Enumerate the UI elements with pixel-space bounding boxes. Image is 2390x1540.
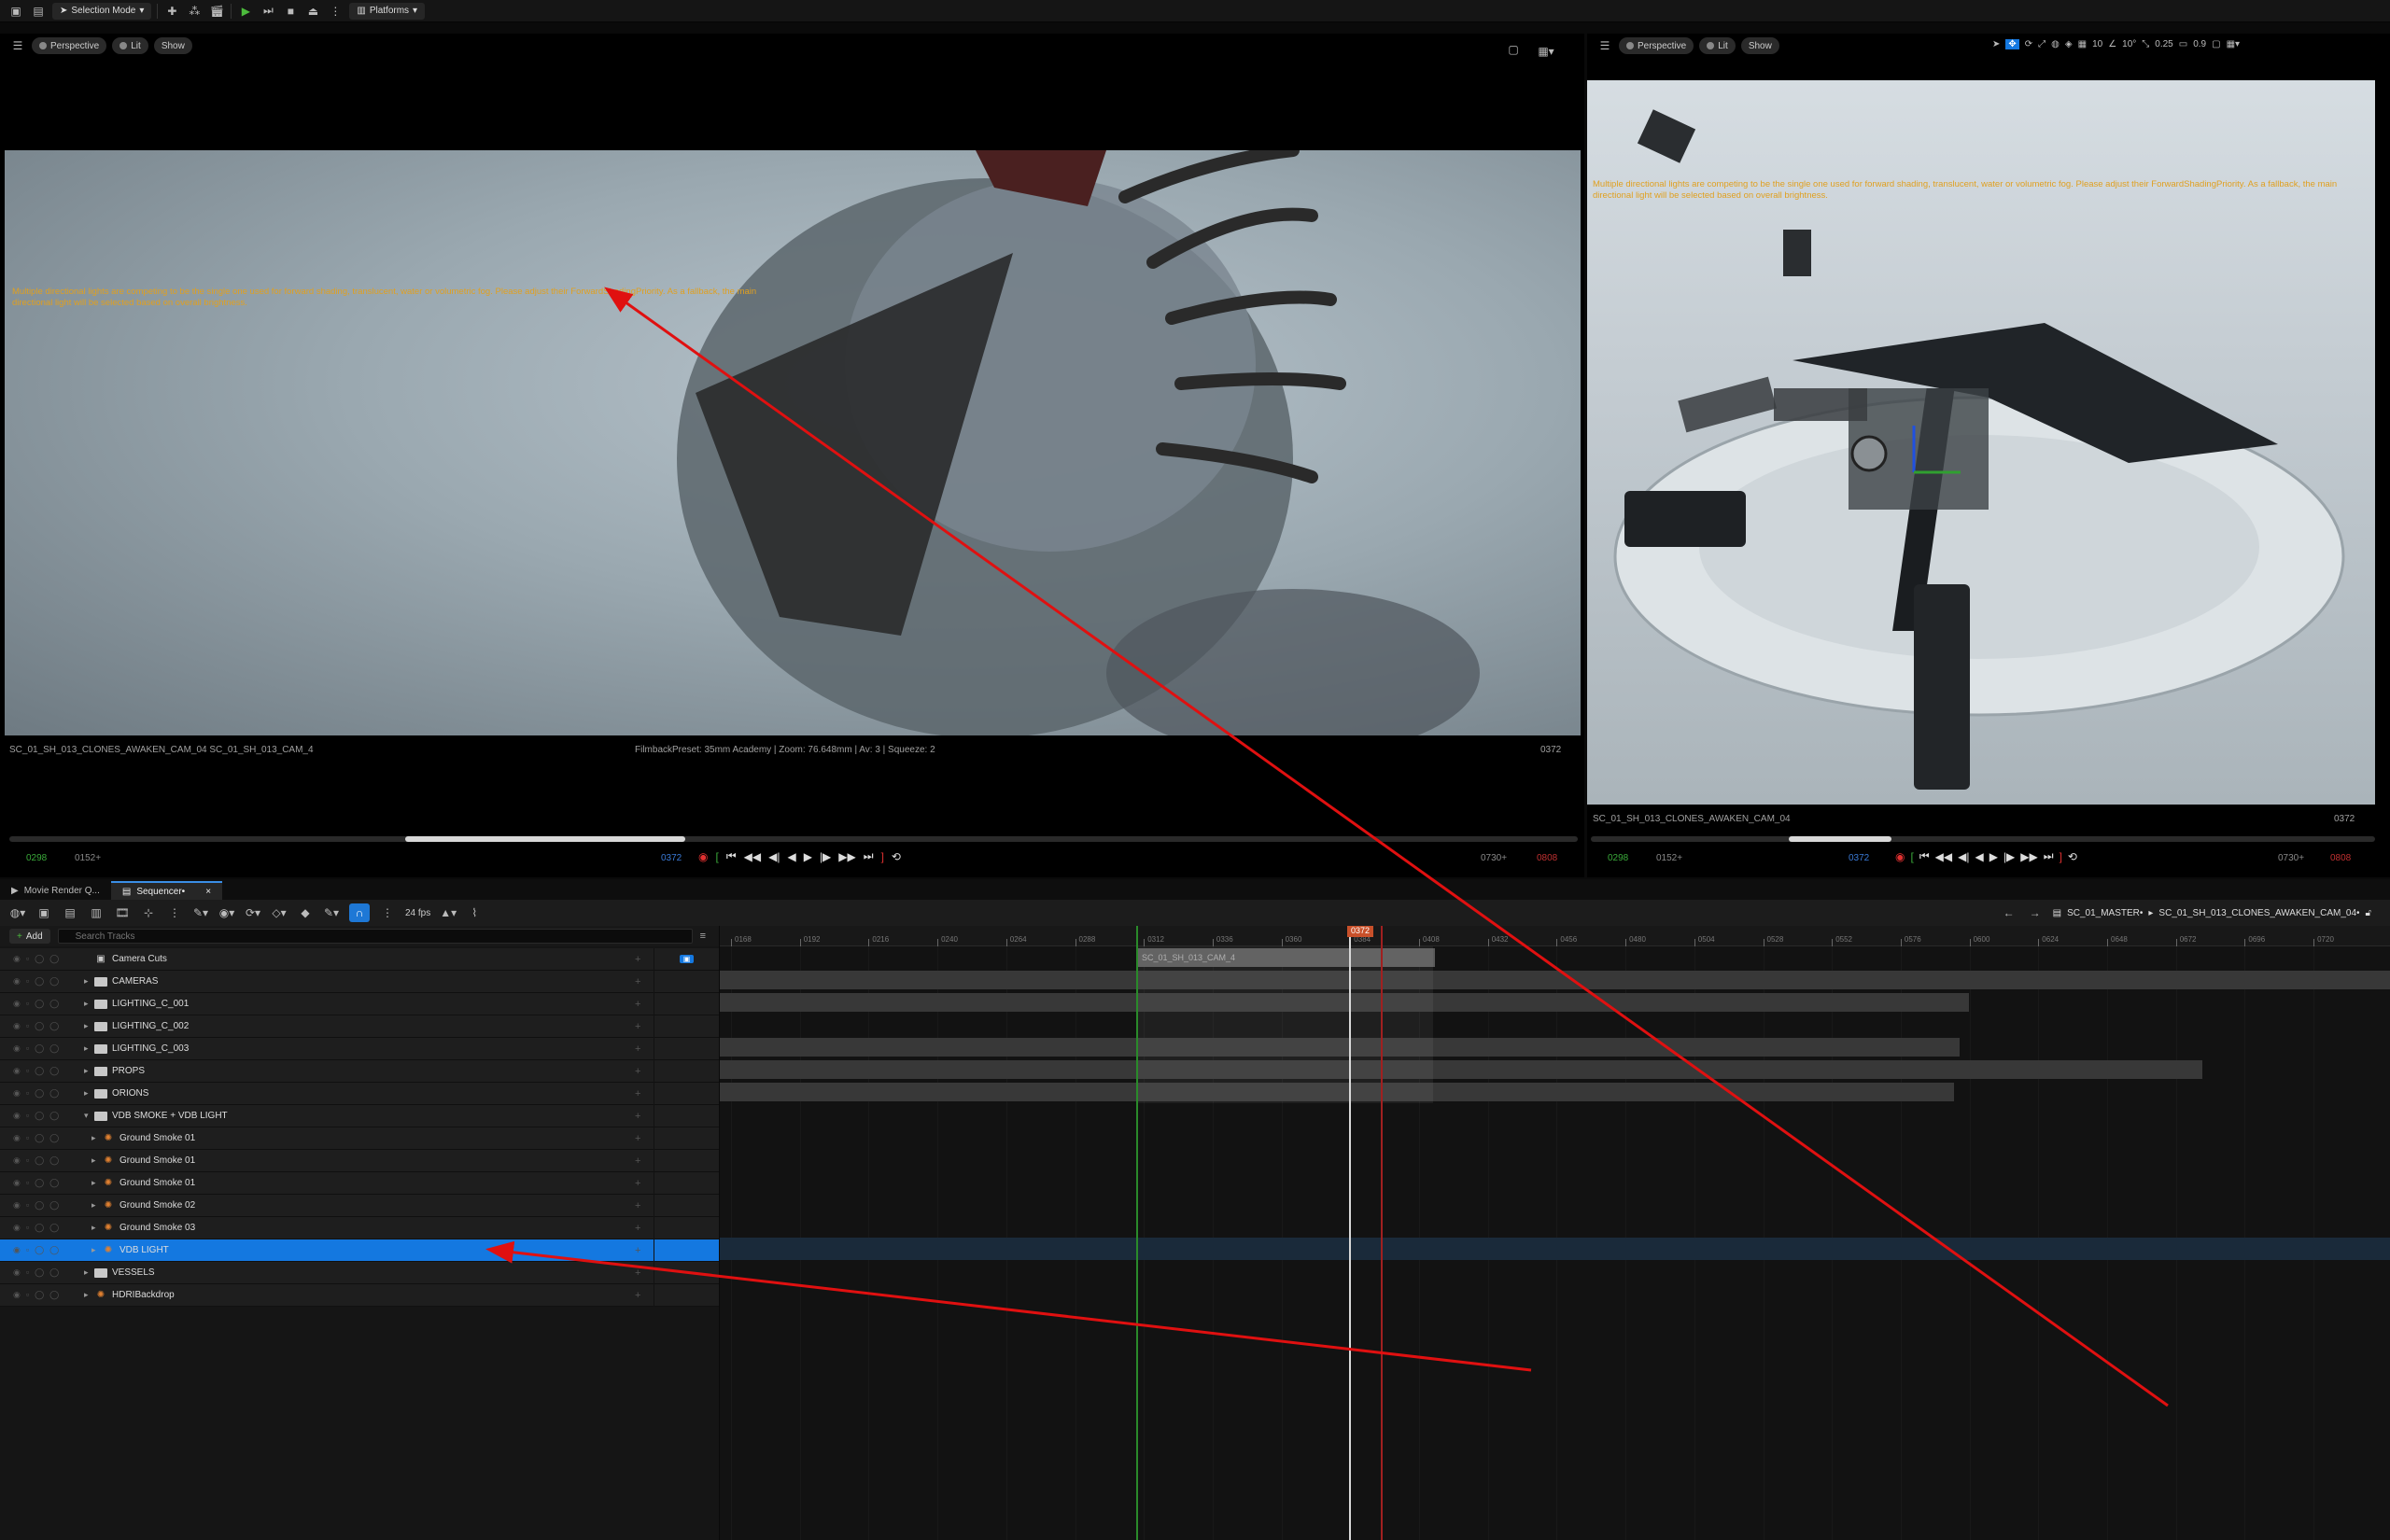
annotation-arrow-vdb-light (485, 1240, 1532, 1372)
annotation-arrows (485, 287, 2169, 1407)
annotation-arrow-warning (604, 287, 2169, 1407)
